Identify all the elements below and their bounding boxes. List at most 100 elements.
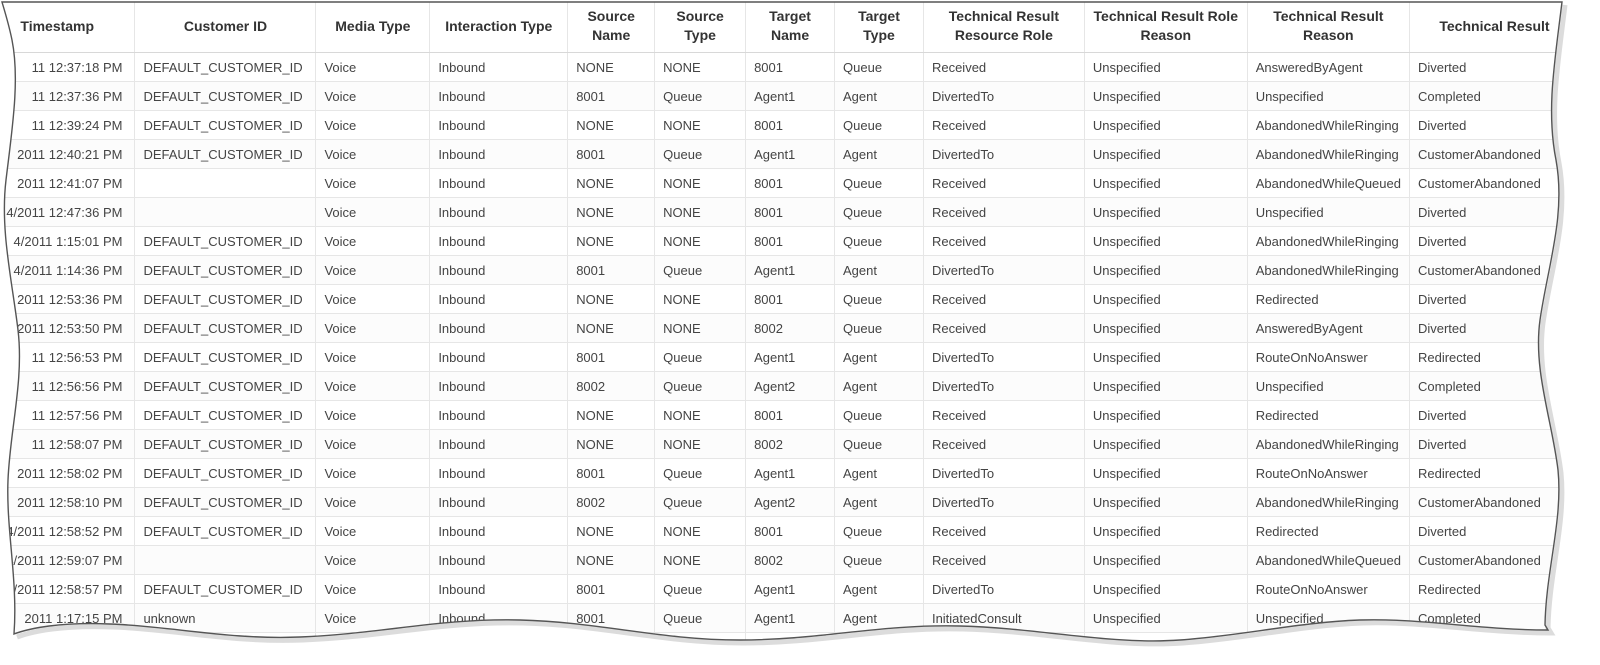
column-header-result-reason[interactable]: Technical Result Reason [1247,0,1409,53]
cell-technical-result: Diverted [1409,53,1579,82]
table-row[interactable]: 11 12:56:53 PM DEFAULT_CUSTOMER_ID Voice In… [0,343,1580,372]
cell-customer-id [135,546,316,575]
cell-media-type: Voice [316,459,430,488]
cell-source-type: Queue [655,140,746,169]
cell-interaction-type: Inbound [430,256,568,285]
table-row[interactable]: 2011 12:53:50 PM DEFAULT_CUSTOMER_ID Voice… [0,314,1580,343]
cell-target-type: Queue [835,401,924,430]
column-header-source-type[interactable]: Source Type [655,0,746,53]
cell-target-type: Queue [835,546,924,575]
cell-resource-role: DivertedTo [923,256,1084,285]
cell-technical-result: Diverted [1409,111,1579,140]
cell-resource-role: DivertedTo [923,140,1084,169]
cell-target-type: Agent [835,604,924,633]
cell-role-reason: Unspecified [1084,227,1247,256]
cell-interaction-type: Inbound [430,169,568,198]
cell-technical-result: Redirected [1409,575,1579,604]
cell-timestamp: 11 12:37:18 PM [0,53,135,82]
cell-source-type: Queue [655,459,746,488]
table-row[interactable]: 2011 1:17:15 PM unknown Voice Inbound 8001 Qu… [0,604,1580,633]
column-header-role-reason[interactable]: Technical Result Role Reason [1084,0,1247,53]
header-row: Timestamp Customer ID Media Type Interactio… [0,0,1580,53]
cell-target-type: Agent [835,575,924,604]
cell-technical-result: Diverted [1409,633,1579,662]
cell-resource-role: DivertedTo [923,82,1084,111]
table-row[interactable]: 11 12:37:36 PM DEFAULT_CUSTOMER_ID Voice In… [0,82,1580,111]
column-header-technical-result[interactable]: Technical Result [1409,0,1579,53]
cell-resource-role: DivertedTo [923,459,1084,488]
cell-target-name: Agent1 [746,343,835,372]
cell-target-type: Agent [835,459,924,488]
cell-technical-result: CustomerAbandoned [1409,488,1579,517]
cell-timestamp: 2011 1:17:15 PM [0,604,135,633]
column-header-media-type[interactable]: Media Type [316,0,430,53]
cell-media-type: Voice [316,111,430,140]
cell-role-reason: Unspecified [1084,517,1247,546]
cell-media-type: Voice [316,227,430,256]
column-header-interaction-type[interactable]: Interaction Type [430,0,568,53]
cell-media-type: Voice [316,256,430,285]
cell-target-type: Queue [835,53,924,82]
column-header-source-name[interactable]: Source Name [568,0,655,53]
table-row[interactable]: 11 12:58:07 PM DEFAULT_CUSTOMER_ID Voice In… [0,430,1580,459]
table-row[interactable]: 11 12:39:24 PM DEFAULT_CUSTOMER_ID Voice In… [0,111,1580,140]
table-row[interactable]: 2011 12:41:07 PM Voice Inbound NONE NONE 8001… [0,169,1580,198]
cell-role-reason: Unspecified [1084,256,1247,285]
table-row[interactable]: 2011 12:53:36 PM DEFAULT_CUSTOMER_ID Voice… [0,285,1580,314]
cell-resource-role: Received [923,227,1084,256]
cell-source-name: 8001 [568,343,655,372]
column-header-customer-id[interactable]: Customer ID [135,0,316,53]
cell-role-reason: Unspecified [1084,430,1247,459]
table-row[interactable]: 2011 12:58:10 PM DEFAULT_CUSTOMER_ID Voice… [0,488,1580,517]
cell-media-type: Voice [316,401,430,430]
table-row[interactable]: 4/2011 12:47:36 PM Voice Inbound NONE NONE 80… [0,198,1580,227]
cell-role-reason: Unspecified [1084,488,1247,517]
cell-media-type: Voice [316,82,430,111]
column-header-resource-role[interactable]: Technical Result Resource Role [923,0,1084,53]
table-row[interactable]: 11 12:56:56 PM DEFAULT_CUSTOMER_ID Voice In… [0,372,1580,401]
cell-target-name: Agent1 [746,575,835,604]
table-row[interactable]: 11 12:37:18 PM DEFAULT_CUSTOMER_ID Voice In… [0,53,1580,82]
cell-target-name: 8001 [746,53,835,82]
cell-customer-id: DEFAULT_CUSTOMER_ID [135,111,316,140]
cell-interaction-type: Inbound [430,227,568,256]
cell-media-type: Voice [316,314,430,343]
cell-customer-id [135,198,316,227]
cell-interaction-type: Inbound [430,459,568,488]
table-row[interactable]: 11 12:57:56 PM DEFAULT_CUSTOMER_ID Voice In… [0,401,1580,430]
cell-result-reason: AbandonedWhileRinging [1247,111,1409,140]
table-row[interactable]: 4/2011 12:59:07 PM Voice Inbound NONE NONE 80… [0,546,1580,575]
cell-resource-role: DivertedTo [923,488,1084,517]
table-row[interactable]: NONE NONE AnsweredByAgent Diverted [0,633,1580,662]
cell-customer-id [135,633,316,662]
table-row[interactable]: 4/2011 12:58:57 PM DEFAULT_CUSTOMER_ID Voi… [0,575,1580,604]
cell-customer-id: DEFAULT_CUSTOMER_ID [135,343,316,372]
cell-target-name: 8001 [746,285,835,314]
table-row[interactable]: 4/2011 1:14:36 PM DEFAULT_CUSTOMER_ID Voic… [0,256,1580,285]
cell-role-reason: Unspecified [1084,372,1247,401]
table-row[interactable]: 4/2011 1:15:01 PM DEFAULT_CUSTOMER_ID Voic… [0,227,1580,256]
cell-result-reason: AbandonedWhileRinging [1247,430,1409,459]
cell-technical-result: Completed [1409,82,1579,111]
table-row[interactable]: 2011 12:40:21 PM DEFAULT_CUSTOMER_ID Voice… [0,140,1580,169]
cell-interaction-type: Inbound [430,517,568,546]
cell-customer-id: DEFAULT_CUSTOMER_ID [135,459,316,488]
cell-resource-role: DivertedTo [923,575,1084,604]
cell-interaction-type: Inbound [430,285,568,314]
cell-target-name: 8001 [746,169,835,198]
cell-target-name: 8002 [746,314,835,343]
cell-role-reason: Unspecified [1084,546,1247,575]
cell-target-type: Queue [835,430,924,459]
cell-media-type: Voice [316,488,430,517]
column-header-target-type[interactable]: Target Type [835,0,924,53]
column-header-target-name[interactable]: Target Name [746,0,835,53]
cell-role-reason: Unspecified [1084,169,1247,198]
cell-timestamp: 2011 12:53:36 PM [0,285,135,314]
column-header-timestamp[interactable]: Timestamp [0,0,135,53]
cell-interaction-type: Inbound [430,575,568,604]
cell-customer-id: DEFAULT_CUSTOMER_ID [135,372,316,401]
cell-resource-role [923,633,1084,662]
table-row[interactable]: 4/2011 12:58:52 PM DEFAULT_CUSTOMER_ID Voi… [0,517,1580,546]
cell-customer-id: DEFAULT_CUSTOMER_ID [135,285,316,314]
table-row[interactable]: 2011 12:58:02 PM DEFAULT_CUSTOMER_ID Voice… [0,459,1580,488]
